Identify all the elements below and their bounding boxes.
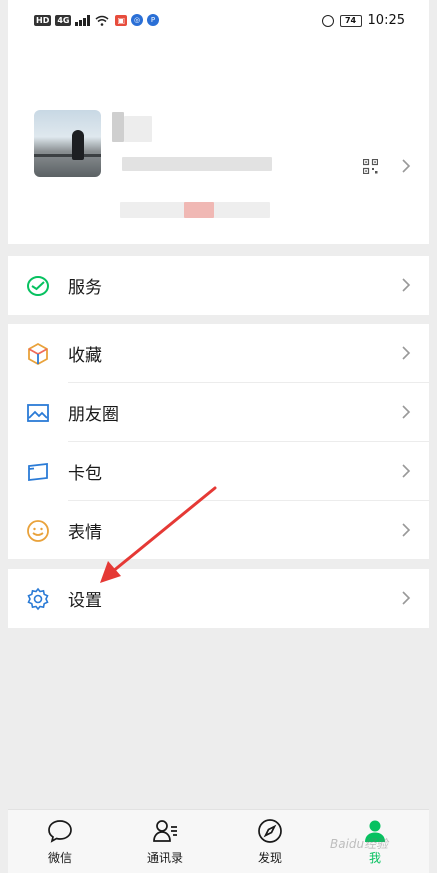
- menu-item-moments[interactable]: 朋友圈: [8, 383, 429, 442]
- menu-item-label: 收藏: [68, 346, 102, 366]
- menu-item-label: 卡包: [68, 464, 102, 484]
- watermark: Baidu经验: [330, 837, 389, 851]
- menu-item-settings[interactable]: 设置: [8, 569, 429, 628]
- notification-circle-icon: ◎: [131, 14, 144, 26]
- contacts-icon: [153, 820, 177, 842]
- profile-header[interactable]: [8, 44, 429, 244]
- nickname-redacted-2: [124, 116, 152, 142]
- wifi-icon: [95, 15, 111, 26]
- chevron-right-icon: [402, 523, 411, 537]
- sticker-smile-icon: [27, 520, 49, 542]
- battery-indicator: 74: [339, 14, 362, 27]
- chat-bubble-icon: [48, 820, 72, 843]
- menu-item-favorites[interactable]: 收藏: [8, 324, 429, 383]
- profile-chevron-right-icon: [402, 159, 411, 173]
- settings-gear-icon: [27, 587, 49, 611]
- tab-discover[interactable]: 发现: [230, 818, 310, 866]
- card-wallet-icon: [28, 462, 48, 482]
- menu-item-card-wallet[interactable]: 卡包: [8, 442, 429, 501]
- avatar[interactable]: [34, 110, 101, 177]
- alarm-icon: [321, 14, 334, 27]
- menu-item-label: 服务: [68, 278, 102, 298]
- signal-icon: [75, 14, 91, 26]
- app-notification-icon: ▣: [115, 14, 128, 26]
- tab-label: 微信: [47, 851, 72, 865]
- status-right: 74 10:25: [321, 13, 405, 28]
- wechat-id-redacted: [122, 157, 272, 171]
- status-left: HD 4G ▣ ◎ P: [34, 14, 160, 26]
- menu-item-stickers[interactable]: 表情: [8, 501, 429, 560]
- tab-chats[interactable]: 微信: [20, 818, 100, 866]
- network-badge: 4G: [55, 14, 72, 26]
- tab-label: 通讯录: [146, 851, 183, 865]
- menu-item-services[interactable]: 服务: [8, 256, 429, 315]
- hd-badge: HD: [34, 14, 52, 26]
- compass-icon: [258, 819, 282, 843]
- features-group: 收藏 朋友圈 卡包 表情: [8, 324, 429, 559]
- status-time: 10:25: [367, 13, 405, 28]
- menu-item-label: 表情: [68, 523, 102, 543]
- chevron-right-icon: [402, 591, 411, 605]
- chevron-right-icon: [402, 405, 411, 419]
- status-redacted-accent: [184, 202, 214, 218]
- notification-p-icon: P: [147, 14, 160, 26]
- tab-contacts[interactable]: 通讯录: [125, 818, 205, 866]
- settings-group: 设置: [8, 569, 429, 628]
- moments-image-icon: [27, 404, 49, 422]
- services-group: 服务: [8, 256, 429, 315]
- app-frame: HD 4G ▣ ◎ P 74 10:25 服务 收藏 朋友圈 卡包 表情 设置 …: [8, 0, 429, 873]
- chevron-right-icon: [402, 346, 411, 360]
- chevron-right-icon: [402, 464, 411, 478]
- qr-code-icon[interactable]: [363, 159, 378, 174]
- menu-item-label: 朋友圈: [68, 405, 119, 425]
- tab-label: 发现: [257, 851, 282, 865]
- nickname-redacted: [112, 112, 124, 142]
- services-icon: [27, 276, 49, 296]
- favorites-cube-icon: [28, 342, 48, 366]
- status-bar: HD 4G ▣ ◎ P 74 10:25: [8, 0, 429, 44]
- chevron-right-icon: [402, 278, 411, 292]
- menu-item-label: 设置: [68, 591, 102, 611]
